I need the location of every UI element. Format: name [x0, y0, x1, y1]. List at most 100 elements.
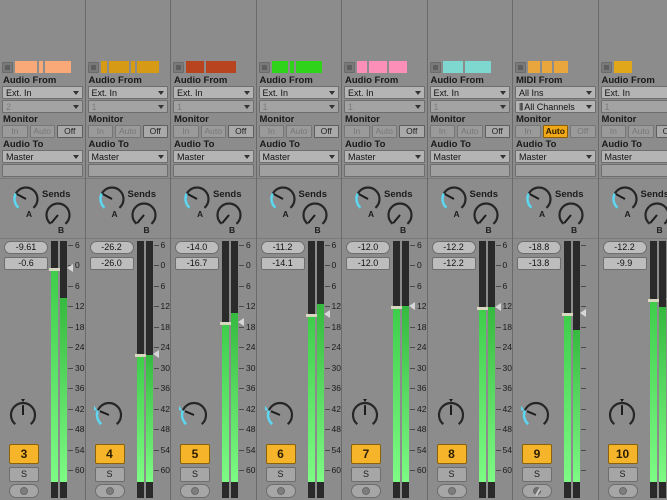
output-sub-dropdown[interactable] [258, 164, 339, 177]
monitor-off-button[interactable]: Off [484, 125, 510, 138]
input-source-dropdown[interactable]: Ext. In [2, 86, 83, 99]
peak-value-display[interactable]: -18.8 [517, 241, 561, 254]
output-destination-dropdown[interactable]: Master [515, 150, 596, 163]
clip-slot[interactable] [108, 61, 129, 73]
clip-slot[interactable] [289, 61, 294, 73]
arm-record-button[interactable] [180, 484, 210, 498]
output-destination-dropdown[interactable]: Master [600, 150, 667, 163]
volume-value-field[interactable]: -12.2 [431, 257, 476, 270]
input-channel-dropdown[interactable]: 1 [87, 100, 168, 113]
monitor-in-button[interactable]: In [173, 125, 199, 138]
stop-clips-button[interactable] [344, 61, 355, 73]
input-source-dropdown[interactable]: Ext. In [429, 86, 510, 99]
clip-slot[interactable] [130, 61, 135, 73]
track-activator-button[interactable]: 6 [265, 444, 296, 464]
input-channel-dropdown[interactable]: 1 [429, 100, 510, 113]
solo-button[interactable]: S [180, 467, 210, 482]
volume-value-field[interactable]: -13.8 [517, 257, 561, 270]
solo-button[interactable]: S [94, 467, 125, 482]
input-channel-dropdown[interactable]: 1 [173, 100, 254, 113]
output-destination-dropdown[interactable]: Master [87, 150, 168, 163]
volume-value-field[interactable]: -14.1 [260, 257, 305, 270]
monitor-auto-button[interactable]: Auto [371, 125, 397, 138]
pan-knob[interactable] [607, 397, 637, 438]
stop-clips-button[interactable] [429, 61, 441, 73]
output-sub-dropdown[interactable] [2, 164, 83, 177]
solo-button[interactable]: S [522, 467, 552, 482]
pan-knob[interactable] [261, 399, 295, 438]
output-destination-dropdown[interactable]: Master [344, 150, 425, 163]
output-destination-dropdown[interactable]: Master [258, 150, 339, 163]
clip-slot[interactable] [271, 61, 288, 73]
fader-handle[interactable] [134, 354, 146, 358]
peak-value-display[interactable]: -9.61 [4, 241, 48, 254]
output-sub-dropdown[interactable] [600, 164, 667, 177]
monitor-off-button[interactable]: Off [313, 125, 339, 138]
clip-slot[interactable] [464, 61, 491, 73]
monitor-auto-button[interactable]: Auto [628, 125, 654, 138]
track-activator-button[interactable]: 3 [9, 444, 39, 464]
fader-handle[interactable] [647, 299, 659, 303]
output-sub-dropdown[interactable] [87, 164, 168, 177]
fader-handle[interactable] [562, 312, 573, 316]
clip-slot[interactable] [613, 61, 632, 73]
fader-handle[interactable] [476, 307, 488, 311]
output-sub-dropdown[interactable] [515, 164, 596, 177]
output-destination-dropdown[interactable]: Master [173, 150, 254, 163]
output-sub-dropdown[interactable] [344, 164, 425, 177]
clip-slot[interactable] [15, 61, 37, 73]
clip-slot[interactable] [45, 61, 71, 73]
monitor-in-button[interactable]: In [344, 125, 370, 138]
arm-record-button[interactable] [94, 484, 125, 498]
fader-handle[interactable] [305, 313, 317, 317]
input-channel-dropdown[interactable]: 2 [2, 100, 83, 113]
arm-record-button[interactable] [351, 484, 381, 498]
output-sub-dropdown[interactable] [173, 164, 254, 177]
pan-knob[interactable] [176, 399, 209, 438]
monitor-in-button[interactable]: In [2, 125, 28, 138]
stop-clips-button[interactable] [515, 61, 526, 73]
pan-knob[interactable] [518, 399, 551, 438]
solo-button[interactable]: S [607, 467, 638, 482]
stop-clips-button[interactable] [87, 61, 99, 73]
clip-slot[interactable] [369, 61, 387, 73]
output-destination-dropdown[interactable]: Master [2, 150, 83, 163]
fader-handle[interactable] [220, 322, 231, 326]
clip-slot[interactable] [100, 61, 107, 73]
volume-value-field[interactable]: -9.9 [602, 257, 647, 270]
clip-slot[interactable] [528, 61, 540, 73]
volume-value-field[interactable]: -0.6 [4, 257, 48, 270]
peak-value-display[interactable]: -12.2 [431, 241, 476, 254]
output-destination-dropdown[interactable]: Master [429, 150, 510, 163]
input-source-dropdown[interactable]: Ext. In [258, 86, 339, 99]
pan-knob[interactable] [436, 397, 466, 438]
peak-value-display[interactable]: -12.2 [602, 241, 647, 254]
stop-clips-button[interactable] [600, 61, 612, 73]
clip-slot[interactable] [554, 61, 568, 73]
input-channel-dropdown[interactable]: 1 [258, 100, 339, 113]
volume-value-field[interactable]: -12.0 [346, 257, 390, 270]
input-channel-dropdown[interactable]: 1 [600, 100, 667, 113]
track-activator-button[interactable]: 10 [607, 444, 638, 464]
monitor-off-button[interactable]: Off [142, 125, 168, 138]
monitor-in-button[interactable]: In [87, 125, 113, 138]
stop-clips-button[interactable] [2, 61, 13, 73]
solo-button[interactable]: S [436, 467, 467, 482]
solo-button[interactable]: S [265, 467, 296, 482]
monitor-auto-button[interactable]: Auto [115, 125, 141, 138]
peak-value-display[interactable]: -11.2 [260, 241, 305, 254]
monitor-auto-button[interactable]: Auto [200, 125, 226, 138]
pan-knob[interactable] [8, 397, 38, 438]
clip-slot[interactable] [186, 61, 204, 73]
clip-slot[interactable] [295, 61, 322, 73]
pan-knob[interactable] [90, 399, 124, 438]
clip-slot[interactable] [39, 61, 43, 73]
monitor-in-button[interactable]: In [515, 125, 541, 138]
arm-record-button[interactable] [522, 484, 552, 498]
clip-slot[interactable] [357, 61, 367, 73]
clip-slot[interactable] [442, 61, 463, 73]
arm-record-button[interactable] [9, 484, 39, 498]
monitor-auto-button[interactable]: Auto [542, 125, 568, 138]
peak-value-display[interactable]: -12.0 [346, 241, 390, 254]
pan-knob[interactable] [350, 397, 380, 438]
